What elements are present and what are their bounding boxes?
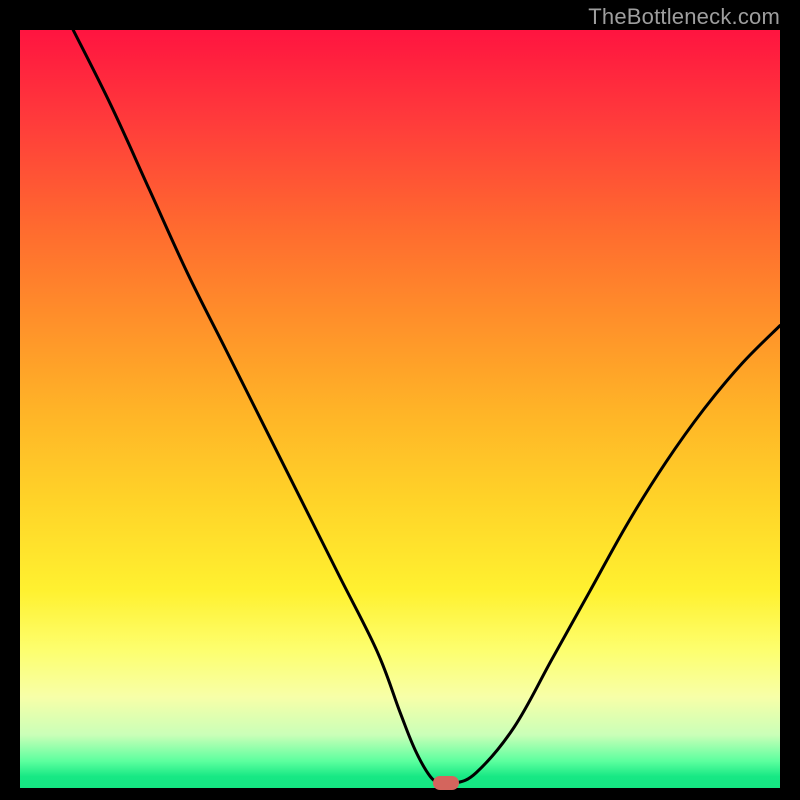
bottleneck-curve — [73, 30, 780, 785]
optimum-marker — [433, 776, 459, 790]
watermark-text: TheBottleneck.com — [588, 4, 780, 30]
chart-frame: TheBottleneck.com — [0, 0, 800, 800]
curve-svg — [20, 30, 780, 788]
